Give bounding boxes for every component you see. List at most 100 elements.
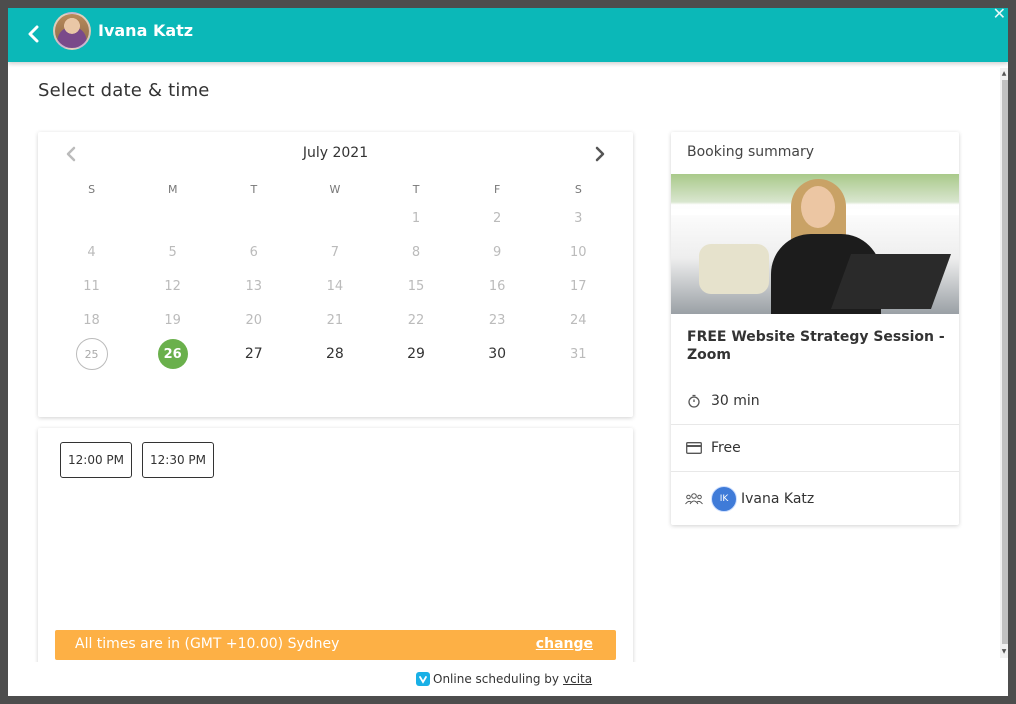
price-text: Free	[711, 440, 741, 456]
calendar-month-label: July 2021	[302, 145, 369, 161]
calendar-day: 4	[51, 237, 132, 267]
calendar-day[interactable]: 28	[294, 339, 375, 369]
calendar-day-number: 17	[570, 278, 587, 294]
calendar-day-number	[239, 203, 269, 233]
calendar-day: 12	[132, 271, 213, 301]
calendar-day-number: 16	[488, 278, 506, 294]
calendar-day: 21	[294, 305, 375, 335]
calendar-day: 14	[294, 271, 375, 301]
calendar-day-number: 4	[87, 244, 96, 260]
main-content: Select date & time July 2021 SMTWTFS1234…	[8, 62, 998, 662]
calendar-day-selected[interactable]: 26	[132, 339, 213, 369]
calendar-card: July 2021 S M T W T F S 1 2 3 4 5 6 7 8 9 10 11 12 13 14 15 16…	[38, 132, 633, 417]
scroll-up-icon[interactable]: ▲	[1000, 70, 1008, 78]
calendar-day-number: 1	[411, 210, 421, 226]
credit-card-icon	[685, 439, 703, 457]
calendar-day-number: 15	[407, 278, 425, 294]
calendar-day-number: 3	[574, 210, 583, 226]
footer-text: Online scheduling by	[433, 672, 560, 686]
time-slot-button[interactable]: 12:00 PM	[60, 442, 132, 478]
calendar-day[interactable]: 27	[213, 339, 294, 369]
calendar-day-number: 31	[570, 346, 587, 362]
chevron-right-icon	[595, 146, 605, 162]
weekday-label: T	[250, 182, 258, 196]
calendar-week-row: 11 12 13 14 15 16 17	[51, 269, 619, 303]
calendar-day: 2	[457, 203, 538, 233]
service-photo	[671, 174, 959, 314]
calendar-day-number	[77, 203, 107, 233]
weekday-label: S	[574, 182, 582, 196]
calendar-day-number: 28	[326, 346, 344, 362]
calendar-day: 3	[538, 203, 619, 233]
time-slots-card: 12:00 PM 12:30 PM All times are in (GMT …	[38, 428, 633, 662]
staff-name: Ivana Katz	[741, 490, 815, 507]
calendar-day: 9	[457, 237, 538, 267]
change-timezone-link[interactable]: change	[536, 636, 593, 652]
calendar-day: 13	[213, 271, 294, 301]
header-bar: Ivana Katz	[8, 8, 1008, 62]
powered-by: Online scheduling by vcita	[416, 672, 592, 686]
photo-pillow	[699, 244, 769, 294]
calendar-day: 19	[132, 305, 213, 335]
calendar-week-row: 25 26 27 28 29 30 31	[51, 337, 619, 371]
staff-initials-badge: IK	[711, 485, 737, 512]
calendar-day-number: 20	[245, 312, 263, 328]
calendar-day: 11	[51, 271, 132, 301]
calendar-day-number: 2	[493, 210, 502, 226]
duration-text: 30 min	[711, 393, 760, 409]
calendar-day-number: 30	[488, 346, 507, 362]
calendar-day[interactable]: 30	[457, 339, 538, 369]
booking-modal: Ivana Katz ✕ Select date & time July 202…	[8, 8, 1008, 696]
close-icon[interactable]: ✕	[993, 8, 1006, 23]
calendar-empty-cell	[294, 203, 375, 233]
calendar-grid: S M T W T F S 1 2 3 4 5 6 7 8 9 10 11 12 13 14 15 16 17 18 19 20 21…	[51, 177, 619, 371]
group-icon	[685, 490, 703, 508]
calendar-day: 31	[538, 339, 619, 369]
calendar-day[interactable]: 29	[376, 339, 457, 369]
calendar-day: 17	[538, 271, 619, 301]
back-button[interactable]	[20, 20, 48, 48]
calendar-day: 15	[376, 271, 457, 301]
calendar-day: 6	[213, 237, 294, 267]
vcita-link[interactable]: vcita	[563, 672, 592, 686]
calendar-day-number: 5	[168, 244, 177, 260]
calendar-day: 10	[538, 237, 619, 267]
calendar-day-number: 12	[164, 278, 181, 294]
weekday-label: S	[88, 182, 96, 196]
calendar-day: 16	[457, 271, 538, 301]
business-name: Ivana Katz	[98, 21, 194, 40]
staff-row: IK Ivana Katz	[671, 471, 959, 525]
booking-summary-card: Booking summary FREE Website Strategy Se…	[671, 132, 959, 525]
duration-row: 30 min	[671, 378, 959, 424]
scrollbar-thumb[interactable]	[1002, 80, 1008, 644]
timezone-text: All times are in (GMT +10.00) Sydney	[75, 636, 340, 652]
time-slot-button[interactable]: 12:30 PM	[142, 442, 214, 478]
calendar-week-row: 1 2 3	[51, 201, 619, 235]
calendar-week-row: 18 19 20 21 22 23 24	[51, 303, 619, 337]
calendar-day-number: 19	[164, 312, 181, 328]
weekday-label: W	[329, 182, 341, 196]
calendar-day-number: 21	[326, 312, 344, 328]
calendar-day: 1	[376, 203, 457, 233]
timezone-bar: All times are in (GMT +10.00) Sydney cha…	[55, 630, 616, 660]
calendar-day: 23	[457, 305, 538, 335]
next-month-button[interactable]	[593, 145, 609, 163]
calendar-day-number: 8	[411, 244, 421, 260]
calendar-day-number: 26	[157, 339, 188, 369]
page-title: Select date & time	[38, 80, 210, 101]
calendar-day-number: 11	[83, 278, 100, 294]
calendar-day-number: 24	[570, 312, 587, 328]
calendar-day-number: 14	[326, 278, 344, 294]
weekday-label: T	[412, 182, 420, 196]
calendar-day-number: 13	[245, 278, 263, 294]
calendar-day-number: 23	[488, 312, 506, 328]
scroll-down-icon[interactable]: ▼	[1000, 648, 1008, 656]
stopwatch-icon	[685, 392, 703, 410]
calendar-day-number: 22	[407, 312, 425, 328]
calendar-day-number: 7	[330, 244, 340, 260]
calendar-day-number: 29	[407, 346, 425, 362]
business-avatar	[53, 12, 91, 50]
calendar-day-number	[158, 203, 188, 233]
calendar-empty-cell	[213, 203, 294, 233]
service-title: FREE Website Strategy Session - Zoom	[687, 329, 945, 363]
